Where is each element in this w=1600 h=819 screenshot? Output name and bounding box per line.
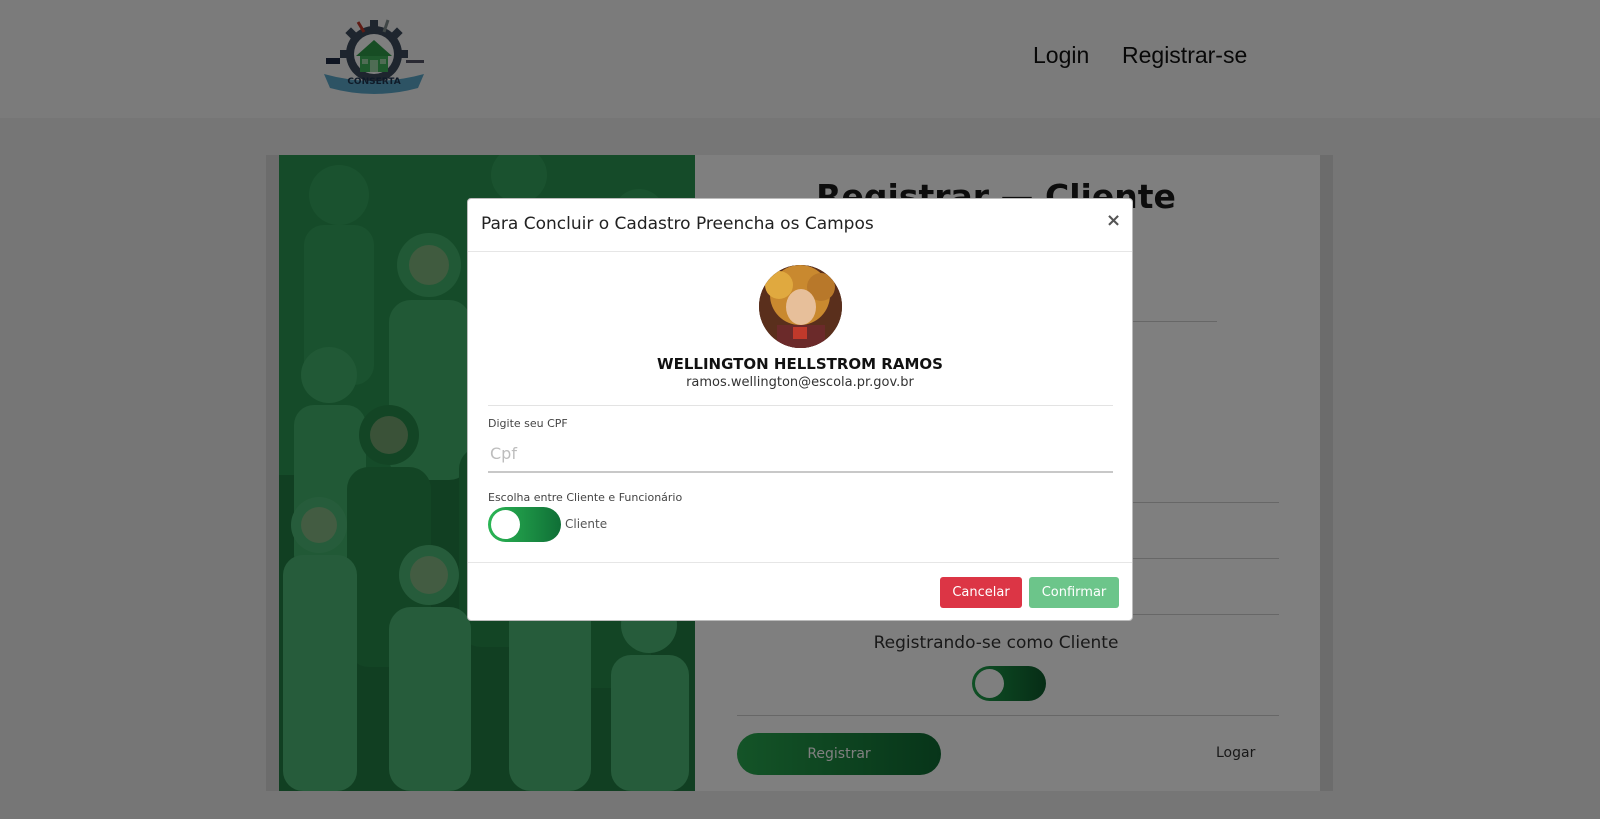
role-choice-label: Escolha entre Cliente e Funcionário [488,491,683,504]
role-switch-text: Cliente [565,517,608,531]
cpf-input[interactable] [488,435,1113,473]
avatar [759,265,842,348]
cpf-label: Digite seu CPF [488,417,568,430]
cancel-button[interactable]: Cancelar [940,577,1022,608]
modal-footer: Cancelar Confirmar [468,562,1132,620]
modal-divider [488,405,1113,406]
user-name: WELLINGTON HELLSTROM RAMOS [657,355,943,373]
role-switch[interactable] [488,507,561,542]
switch-knob [491,510,520,539]
modal-title: Para Concluir o Cadastro Preencha os Cam… [481,214,874,234]
close-icon[interactable]: × [1106,210,1121,231]
confirm-button[interactable]: Confirmar [1029,577,1119,608]
user-email: ramos.wellington@escola.pr.gov.br [686,375,914,390]
complete-registration-modal: Para Concluir o Cadastro Preencha os Cam… [467,198,1133,621]
modal-header: Para Concluir o Cadastro Preencha os Cam… [468,199,1132,252]
